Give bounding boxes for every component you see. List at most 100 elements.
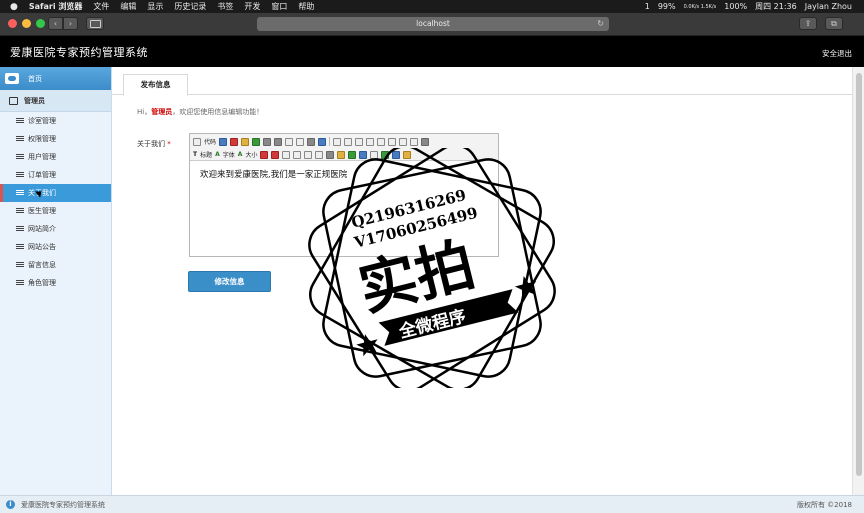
sidebar-home[interactable]: 首页 [0,67,111,90]
font-color-icon[interactable] [260,150,269,159]
sidebar-item-users[interactable]: 用户管理 [0,148,111,166]
hr-icon[interactable] [370,150,379,159]
notification-count[interactable]: 1 [645,2,650,11]
close-window-button[interactable] [8,19,17,28]
toolbar-separator [329,137,331,146]
menu-file[interactable]: 文件 [93,1,109,12]
link-icon[interactable] [392,150,401,159]
menu-window[interactable]: 窗口 [271,1,287,12]
cloud-icon [5,73,19,84]
scrollbar-thumb[interactable] [856,73,862,476]
macos-menubar: ● Safari 浏览器 文件 编辑 显示 历史记录 书签 开发 窗口 帮助 1… [0,0,864,13]
about-field-label: 关于我们 * [137,139,171,149]
media-icon[interactable] [359,150,368,159]
menu-edit[interactable]: 编辑 [120,1,136,12]
submit-button[interactable]: 修改信息 [188,271,271,292]
paste-text-icon[interactable] [307,137,316,146]
sidebar-item-clinic[interactable]: 诊室管理 [0,112,111,130]
copy-icon[interactable] [285,137,294,146]
code-icon[interactable] [193,137,201,146]
paste-word-icon[interactable] [318,137,327,146]
unordered-list-icon[interactable] [388,137,397,146]
ordered-list-icon[interactable] [377,137,386,146]
fullscreen-icon[interactable] [421,137,430,146]
heading-icon[interactable]: T [193,151,197,158]
template-icon[interactable] [230,137,239,146]
sidebar-item-label: 医生管理 [28,207,56,215]
greeting-prefix: Hi， [137,108,152,116]
strikethrough-icon[interactable] [315,150,324,159]
align-center-icon[interactable] [344,137,353,146]
rich-text-editor[interactable]: 代码 T 标题 A 字体 A 大小 欢迎来到爱康医院,我们是一家正规医院 [189,133,499,257]
menu-develop[interactable]: 开发 [244,1,260,12]
page-scrollbar[interactable] [852,67,864,495]
unlink-icon[interactable] [403,150,412,159]
print-icon[interactable] [263,137,272,146]
menu-view[interactable]: 显示 [147,1,163,12]
emoticon-icon[interactable] [381,150,390,159]
sidebar-item-about[interactable]: 关于我们 [0,184,111,202]
highlight-icon[interactable] [271,150,280,159]
search-icon[interactable] [219,137,228,146]
sidebar-item-doctors[interactable]: 医生管理 [0,202,111,220]
editor-toolbar: 代码 T 标题 A 字体 A 大小 [190,134,498,161]
sidebar-item-messages[interactable]: 留言信息 [0,256,111,274]
align-left-icon[interactable] [333,137,342,146]
list-icon [16,208,24,214]
share-button[interactable]: ⇪ [799,17,817,30]
user-name[interactable]: Jaylan Zhou [805,2,852,11]
status-percent: 99% [657,2,676,11]
sidebar-item-announcements[interactable]: 网站公告 [0,238,111,256]
table-icon[interactable] [337,150,346,159]
editor-content[interactable]: 欢迎来到爱康医院,我们是一家正规医院 [190,161,498,187]
align-justify-icon[interactable] [366,137,375,146]
list-icon [16,154,24,160]
size-button[interactable]: 大小 [245,150,257,159]
sidebar-item-permissions[interactable]: 权限管理 [0,130,111,148]
list-icon [16,244,24,250]
paste-icon[interactable] [296,137,305,146]
font-button[interactable]: 字体 [223,150,235,159]
minimize-window-button[interactable] [22,19,31,28]
font-icon[interactable]: A [215,151,220,158]
align-right-icon[interactable] [355,137,364,146]
image-icon[interactable] [410,137,419,146]
redo-icon[interactable] [252,137,261,146]
footer-copyright: 版权所有 ©2018 [796,501,852,509]
address-bar[interactable]: localhost ↻ [257,17,609,31]
tab-bar: 发布信息 [112,71,852,96]
undo-icon[interactable] [241,137,250,146]
chevron-left-icon: ‹ [53,19,58,28]
heading-button[interactable]: 标题 [200,150,212,159]
code-button[interactable]: 代码 [204,137,216,146]
tab-publish-info[interactable]: 发布信息 [123,74,188,96]
sidebar-group-label: 管理员 [24,96,45,105]
indent-icon[interactable] [399,137,408,146]
sidebar-toggle-button[interactable] [86,17,104,30]
underline-icon[interactable] [304,150,313,159]
apple-icon[interactable]: ● [10,2,18,12]
datetime[interactable]: 周四 21:36 [755,1,797,12]
reload-icon[interactable]: ↻ [597,17,604,31]
remove-format-icon[interactable] [326,150,335,159]
menu-help[interactable]: 帮助 [298,1,314,12]
size-icon[interactable]: A [238,151,243,158]
logout-link[interactable]: 安全退出 [822,48,852,59]
menu-bookmarks[interactable]: 书签 [217,1,233,12]
battery-percent[interactable]: 100% [724,2,747,11]
italic-icon[interactable] [293,150,302,159]
sidebar-item-roles[interactable]: 角色管理 [0,274,111,292]
menu-history[interactable]: 历史记录 [174,1,206,12]
list-icon [16,118,24,124]
show-tabs-button[interactable]: ⧉ [825,17,843,30]
sidebar-item-site-intro[interactable]: 网站简介 [0,220,111,238]
bold-icon[interactable] [282,150,291,159]
sidebar-item-orders[interactable]: 订单管理 [0,166,111,184]
forward-button[interactable]: › [63,17,78,30]
sidebar-group-admin[interactable]: 管理员 [0,90,111,112]
zoom-window-button[interactable] [36,19,45,28]
flash-icon[interactable] [348,150,357,159]
menu-app-name[interactable]: Safari 浏览器 [29,1,83,12]
back-button[interactable]: ‹ [48,17,63,30]
cut-icon[interactable] [274,137,283,146]
